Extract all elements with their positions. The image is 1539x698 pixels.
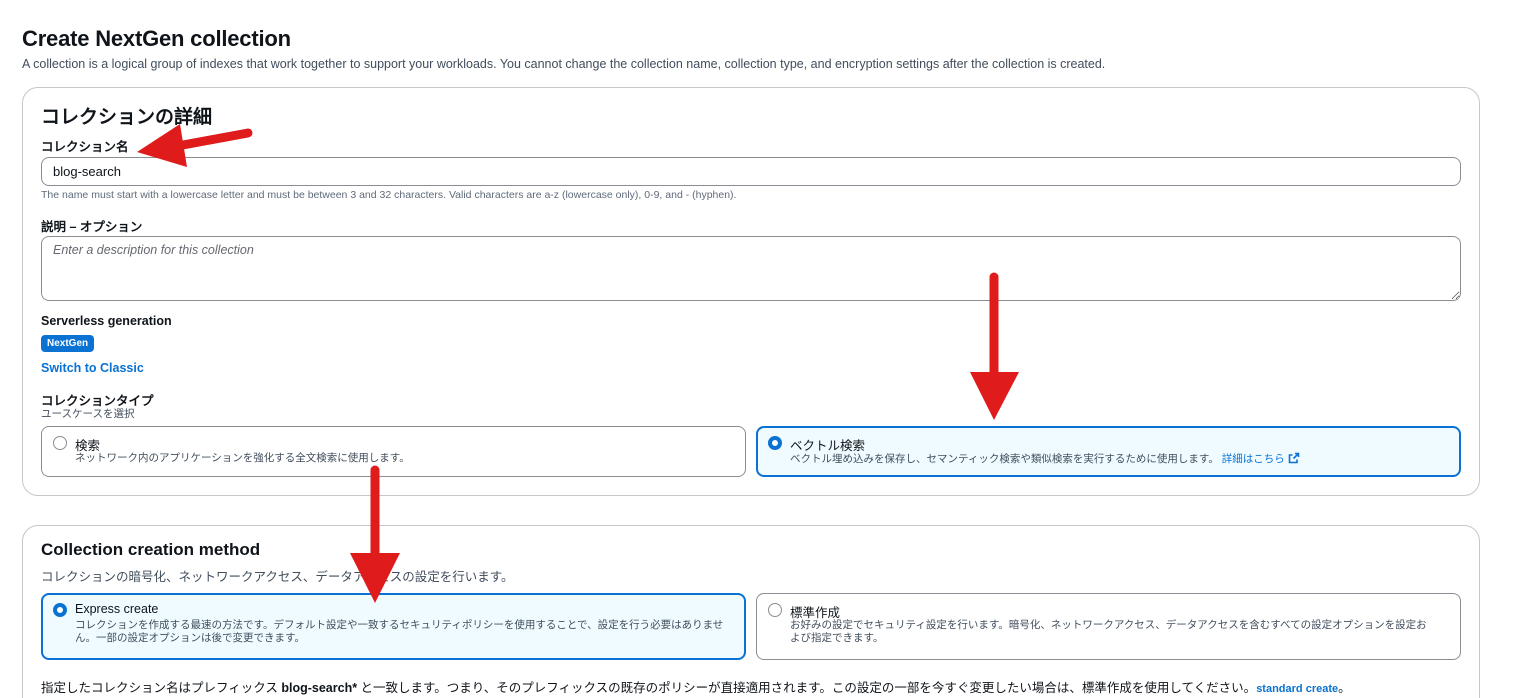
collection-name-input[interactable]	[41, 157, 1461, 186]
radio-standard[interactable]	[768, 603, 782, 617]
method-panel-title: Collection creation method	[41, 540, 261, 559]
method-express-title: Express create	[75, 602, 159, 616]
radio-search[interactable]	[53, 436, 67, 450]
method-option-standard[interactable]: 標準作成 お好みの設定でセキュリティ設定を行います。暗号化、ネットワークアクセス…	[756, 593, 1461, 660]
prefix-policy-note: 指定したコレクション名はプレフィックス blog-search* と一致します。…	[41, 677, 1351, 696]
method-subtitle: コレクションの暗号化、ネットワークアクセス、データアクセスの設定を行います。	[41, 570, 514, 584]
note-end: 。	[1338, 681, 1351, 695]
type-option-vector-desc-wrap: ベクトル埋め込みを保存し、セマンティック検索や類似検索を実行するために使用します…	[790, 452, 1300, 466]
details-panel-title: コレクションの詳細	[41, 107, 213, 128]
type-option-search-desc: ネットワーク内のアプリケーションを強化する全文検索に使用します。	[75, 452, 410, 464]
method-express-desc-line2: ん。一部の設定オプションは後で変更できます。	[75, 632, 305, 644]
external-link-icon	[1288, 452, 1300, 464]
serverless-generation-label: Serverless generation	[41, 314, 172, 328]
switch-to-classic-link[interactable]: Switch to Classic	[41, 361, 144, 375]
standard-create-link[interactable]: standard create	[1256, 683, 1338, 695]
page-title: Create NextGen collection	[22, 26, 291, 51]
collection-type-hint: ユースケースを選択	[41, 408, 135, 420]
method-standard-desc-line2: よび指定できます。	[790, 632, 884, 644]
method-option-express[interactable]: Express create コレクションを作成する最速の方法です。デフォルト設…	[41, 593, 746, 660]
type-option-search[interactable]: 検索 ネットワーク内のアプリケーションを強化する全文検索に使用します。	[41, 426, 746, 477]
description-label: 説明 – オプション	[41, 220, 143, 234]
method-express-desc-line1: コレクションを作成する最速の方法です。デフォルト設定や一致するセキュリティポリシ…	[75, 619, 724, 631]
page-description: A collection is a logical group of index…	[22, 57, 1106, 71]
collection-name-label: コレクション名	[41, 140, 129, 154]
description-textarea[interactable]	[41, 236, 1461, 301]
note-prefix: blog-search*	[281, 681, 358, 695]
collection-name-hint: The name must start with a lowercase let…	[41, 189, 737, 201]
note-after: と一致します。つまり、そのプレフィックスの既存のポリシーが直接適用されます。この…	[357, 681, 1257, 695]
learn-more-label: 詳細はこちら	[1221, 453, 1285, 465]
method-express-desc: コレクションを作成する最速の方法です。デフォルト設定や一致するセキュリティポリシ…	[75, 619, 723, 645]
collection-details-panel: コレクションの詳細 コレクション名 The name must start wi…	[22, 87, 1480, 496]
nextgen-badge: NextGen	[41, 335, 95, 352]
type-option-vector-desc: ベクトル埋め込みを保存し、セマンティック検索や類似検索を実行するために使用します…	[790, 453, 1219, 465]
radio-express[interactable]	[53, 603, 67, 617]
type-option-vector-search[interactable]: ベクトル検索 ベクトル埋め込みを保存し、セマンティック検索や類似検索を実行するた…	[756, 426, 1461, 477]
learn-more-link[interactable]: 詳細はこちら	[1221, 452, 1300, 465]
method-standard-desc: お好みの設定でセキュリティ設定を行います。暗号化、ネットワークアクセス、データア…	[790, 619, 1427, 645]
radio-vector-search[interactable]	[768, 436, 782, 450]
creation-method-panel: Collection creation method コレクションの暗号化、ネッ…	[22, 525, 1480, 698]
note-before: 指定したコレクション名はプレフィックス	[41, 681, 282, 695]
method-standard-desc-line1: お好みの設定でセキュリティ設定を行います。暗号化、ネットワークアクセス、データア…	[790, 619, 1427, 631]
